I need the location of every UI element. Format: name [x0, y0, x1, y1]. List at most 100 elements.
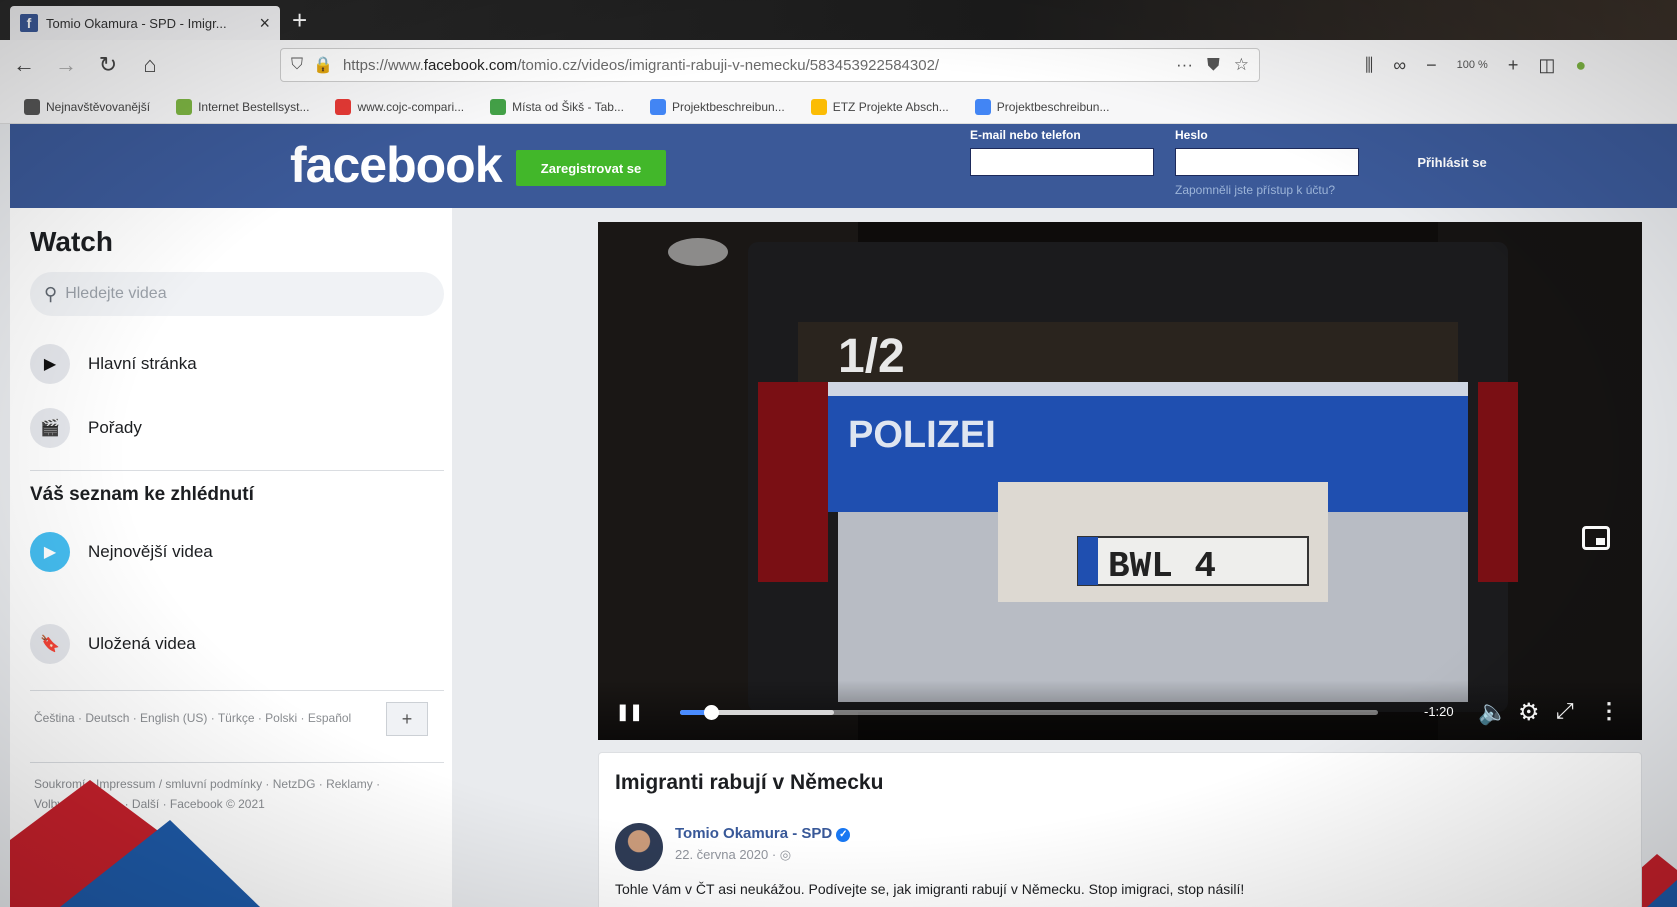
divider: [30, 762, 444, 763]
play-tv-icon: ▶: [30, 344, 70, 384]
home-icon[interactable]: ⌂: [132, 47, 168, 83]
bookmark-label: Místa od Šikš - Tab...: [512, 99, 624, 114]
unit-number-text: 1/2: [838, 330, 905, 383]
page-actions-icon[interactable]: ···: [1176, 55, 1193, 75]
browser-tab[interactable]: f Tomio Okamura - SPD - Imigr... ×: [10, 6, 280, 40]
forward-icon[interactable]: →: [48, 47, 84, 83]
bookmark-favicon-icon: [810, 98, 827, 115]
watch-title: Watch: [30, 226, 113, 257]
search-icon: ⚲: [44, 283, 58, 304]
browser-nav-bar: ← → ↻ ⌂ ⛉ 🔒 https://www.facebook.com/tom…: [0, 40, 1677, 90]
clapper-icon: 🎬: [30, 408, 70, 448]
shield-icon: ⛉: [291, 56, 304, 73]
screen: f Tomio Okamura - SPD - Imigr... × + ← →…: [0, 0, 1677, 907]
search-placeholder: Hledejte videa: [65, 285, 167, 302]
fullscreen-icon[interactable]: ⤢: [1556, 698, 1574, 724]
lock-icon: 🔒: [313, 57, 333, 74]
tab-title: Tomio Okamura - SPD - Imigr...: [46, 15, 227, 31]
sidebar-item-label: Pořady: [88, 418, 142, 437]
bookmark-item[interactable]: www.cojc-compari...: [335, 98, 465, 115]
sidebar-toggle-icon[interactable]: ◫: [1538, 55, 1555, 76]
bookmark-item[interactable]: Projektbeschreibun...: [649, 98, 785, 115]
video-player[interactable]: 1/2 POLIZEI BWL 4 ❚❚ -1:20 🔈 ⚙ ⤢ ⋮: [598, 222, 1642, 740]
video-frame: 1/2 POLIZEI BWL 4: [598, 222, 1642, 740]
bookmark-favicon-icon: [649, 98, 666, 115]
browser-tab-bar: f Tomio Okamura - SPD - Imigr... × +: [0, 0, 1677, 40]
bookmarks-toolbar: Nejnavštěvovanější Internet Bestellsyst..…: [0, 90, 1677, 124]
bookmark-item[interactable]: Místa od Šikš - Tab...: [490, 98, 624, 115]
sidebar-item-label: Hlavní stránka: [88, 354, 197, 373]
watchlist-title: Váš seznam ke zhlédnutí: [30, 484, 254, 505]
sidebar-item-label: Nejnovější videa: [88, 542, 213, 561]
facebook-header: facebook Zaregistrovat se E-mail nebo te…: [10, 124, 1677, 208]
email-label: E-mail nebo telefon: [970, 128, 1081, 142]
bookmark-favicon-icon: [974, 98, 991, 115]
bookmark-star-icon[interactable]: ☆: [1234, 55, 1249, 75]
url-bar[interactable]: ⛉ 🔒 https://www.facebook.com/tomio.cz/vi…: [280, 48, 1260, 82]
author-name: Tomio Okamura - SPD: [675, 825, 833, 842]
divider: [30, 690, 444, 691]
bookmark-label: Projektbeschreibun...: [671, 99, 785, 114]
bookmark-label: www.cojc-compari...: [357, 99, 465, 114]
sidebar-item-label: Uložená videa: [88, 634, 196, 653]
library-icon[interactable]: ⫼: [1365, 55, 1373, 76]
bookmark-favicon-icon: [490, 98, 507, 115]
register-button[interactable]: Zaregistrovat se: [516, 150, 666, 186]
bookmark-item[interactable]: Internet Bestellsyst...: [176, 98, 310, 115]
settings-gear-icon[interactable]: ⚙: [1518, 698, 1540, 727]
bookmark-favicon-icon: [335, 98, 352, 115]
bookmark-item[interactable]: Projektbeschreibun...: [974, 98, 1110, 115]
more-languages-button[interactable]: +: [386, 702, 428, 736]
mask-icon[interactable]: ∞: [1393, 55, 1406, 76]
bookmark-favicon-icon: [176, 98, 193, 115]
license-plate-text: BWL 4: [1108, 546, 1216, 587]
divider: [30, 470, 444, 471]
video-post-card: Imigranti rabují v Německu Tomio Okamura…: [598, 752, 1642, 907]
bookmark-icon: 🔖: [30, 624, 70, 664]
time-remaining: -1:20: [1424, 704, 1454, 719]
email-field[interactable]: [970, 148, 1154, 176]
new-tab-button[interactable]: +: [292, 6, 307, 34]
sidebar-item-saved[interactable]: 🔖 Uložená videa: [30, 620, 196, 668]
pocket-icon[interactable]: ⛊: [1207, 55, 1220, 75]
police-text: POLIZEI: [848, 414, 996, 456]
back-icon[interactable]: ←: [6, 47, 42, 83]
pause-icon[interactable]: ❚❚: [616, 702, 643, 722]
bookmark-label: ETZ Projekte Absch...: [832, 99, 949, 114]
post-date[interactable]: 22. června 2020 · ◎: [675, 847, 791, 863]
avatar[interactable]: [615, 823, 663, 871]
post-text: Tohle Vám v ČT asi neukážou. Podívejte s…: [615, 881, 1245, 897]
zoom-in-icon[interactable]: +: [1508, 55, 1519, 76]
password-field[interactable]: [1175, 148, 1359, 176]
login-button[interactable]: Přihlásit se: [1402, 147, 1502, 177]
sidebar-item-home[interactable]: ▶ Hlavní stránka: [30, 340, 197, 388]
play-circle-icon: ▶: [30, 532, 70, 572]
facebook-logo[interactable]: facebook: [290, 136, 503, 194]
sidebar-item-shows[interactable]: 🎬 Pořady: [30, 404, 142, 452]
close-tab-icon[interactable]: ×: [259, 13, 270, 34]
reload-icon[interactable]: ↻: [90, 47, 126, 83]
bookmark-item[interactable]: Nejnavštěvovanější: [24, 98, 151, 115]
picture-in-picture-icon[interactable]: [1582, 526, 1610, 550]
bookmark-label: Internet Bestellsyst...: [198, 99, 310, 114]
extension-icon[interactable]: ●: [1575, 55, 1586, 76]
forgot-password-link[interactable]: Zapomněli jste přístup k účtu?: [1175, 183, 1335, 197]
post-title: Imigranti rabují v Německu: [615, 771, 884, 794]
toolbar-right: ⫼ ∞ − 100 % + ◫ ●: [1365, 48, 1586, 82]
sidebar-item-latest[interactable]: ▶ Nejnovější videa: [30, 528, 213, 576]
password-label: Heslo: [1175, 128, 1208, 142]
bookmark-favicon-icon: [24, 98, 40, 115]
progress-knob[interactable]: [704, 705, 720, 720]
progress-bar[interactable]: [680, 705, 1378, 720]
language-links[interactable]: Čeština · Deutsch · English (US) · Türkç…: [34, 708, 374, 728]
zoom-level[interactable]: 100 %: [1457, 59, 1488, 71]
volume-icon[interactable]: 🔈: [1478, 698, 1508, 727]
bookmark-label: Nejnavštěvovanější: [46, 99, 151, 114]
bookmark-label: Projektbeschreibun...: [996, 99, 1110, 114]
zoom-out-icon[interactable]: −: [1426, 55, 1437, 76]
verified-badge-icon: ✓: [836, 828, 851, 842]
more-options-icon[interactable]: ⋮: [1598, 698, 1620, 724]
search-input[interactable]: ⚲ Hledejte videa: [30, 272, 444, 316]
author-link[interactable]: Tomio Okamura - SPD ✓: [675, 825, 851, 842]
bookmark-item[interactable]: ETZ Projekte Absch...: [810, 98, 949, 115]
